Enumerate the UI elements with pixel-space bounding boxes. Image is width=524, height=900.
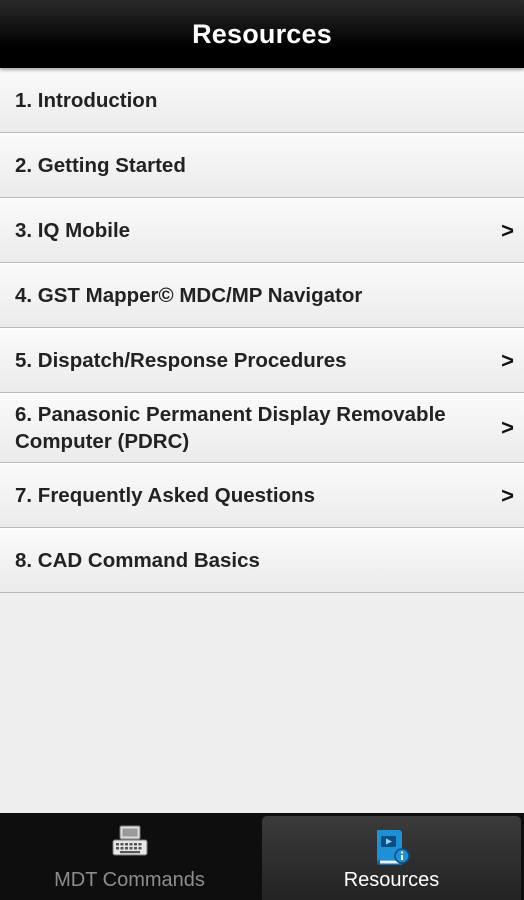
list-item-panasonic-pdrc[interactable]: 6. Panasonic Permanent Display Removable… <box>0 393 524 463</box>
bottom-tab-bar: MDT Commands Resources <box>0 813 524 900</box>
list-item-label: 4. GST Mapper© MDC/MP Navigator <box>15 284 363 307</box>
tab-label: MDT Commands <box>54 869 205 891</box>
chevron-right-icon: > <box>501 482 514 508</box>
chevron-right-icon: > <box>501 217 514 243</box>
list-item-label: 7. Frequently Asked Questions <box>15 484 315 507</box>
resources-list: 1. Introduction 2. Getting Started 3. IQ… <box>0 68 524 593</box>
list-item-label: 6. Panasonic Permanent Display Removable… <box>15 403 446 453</box>
tab-mdt-commands[interactable]: MDT Commands <box>0 813 259 900</box>
book-info-icon <box>373 828 411 873</box>
keyboard-terminal-icon <box>111 825 149 862</box>
list-item-label: 5. Dispatch/Response Procedures <box>15 349 347 372</box>
list-item-label: 2. Getting Started <box>15 154 186 177</box>
list-item-cad-command-basics[interactable]: 8. CAD Command Basics <box>0 528 524 593</box>
tab-resources[interactable]: Resources <box>262 816 521 900</box>
list-item-getting-started[interactable]: 2. Getting Started <box>0 133 524 198</box>
page-title: Resources <box>192 18 332 49</box>
list-item-label: 3. IQ Mobile <box>15 219 131 242</box>
list-item-introduction[interactable]: 1. Introduction <box>0 68 524 133</box>
chevron-right-icon: > <box>501 347 514 373</box>
list-item-faq[interactable]: 7. Frequently Asked Questions > <box>0 463 524 528</box>
top-bar: Resources <box>0 0 524 68</box>
list-item-label: 1. Introduction <box>15 89 158 112</box>
chevron-right-icon: > <box>501 415 514 440</box>
list-item-label: 8. CAD Command Basics <box>15 549 260 572</box>
list-item-iq-mobile[interactable]: 3. IQ Mobile > <box>0 198 524 263</box>
list-item-gst-mapper[interactable]: 4. GST Mapper© MDC/MP Navigator <box>0 263 524 328</box>
list-item-dispatch-response[interactable]: 5. Dispatch/Response Procedures > <box>0 328 524 393</box>
